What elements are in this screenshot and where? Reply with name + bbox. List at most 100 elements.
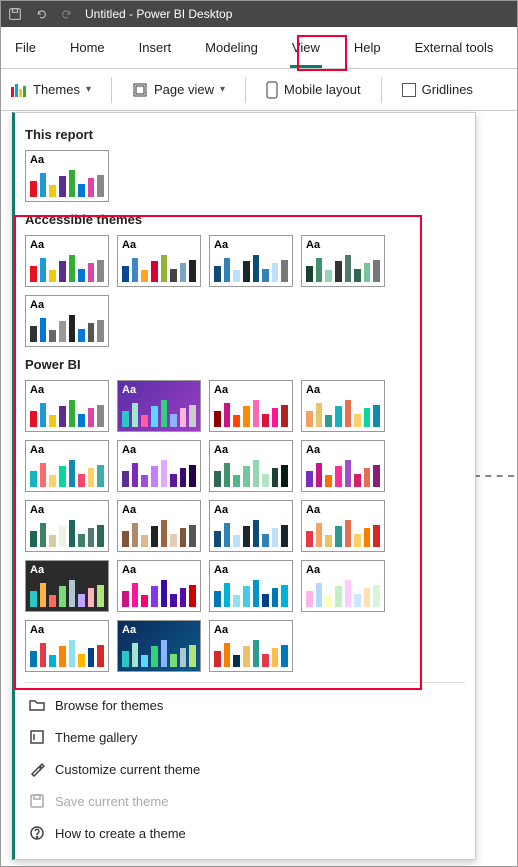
theme-thumbnail[interactable]: Aa: [117, 440, 201, 492]
theme-bars: [30, 517, 104, 547]
theme-sample-text: Aa: [30, 504, 44, 516]
theme-bars: [306, 457, 380, 487]
theme-bars: [30, 577, 104, 607]
ribbon-toolbar: Themes ▾ Page view ▾ Mobile layout Gridl…: [1, 69, 517, 111]
theme-bars: [306, 577, 380, 607]
theme-bars: [214, 457, 288, 487]
theme-thumbnail[interactable]: Aa: [117, 500, 201, 552]
theme-thumbnail[interactable]: Aa: [209, 620, 293, 672]
theme-thumbnail[interactable]: Aa: [209, 500, 293, 552]
section-accessible: Accessible themes: [25, 212, 465, 227]
theme-thumbnail[interactable]: Aa: [209, 560, 293, 612]
section-this-report: This report: [25, 127, 465, 142]
titlebar: Untitled - Power BI Desktop: [1, 1, 517, 27]
theme-thumbnail[interactable]: Aa: [117, 620, 201, 672]
mobile-button[interactable]: Mobile layout: [266, 81, 361, 99]
theme-sample-text: Aa: [122, 384, 136, 396]
menu-modeling[interactable]: Modeling: [197, 32, 266, 63]
theme-thumbnail[interactable]: Aa: [117, 380, 201, 432]
themes-label: Themes: [33, 82, 80, 97]
theme-sample-text: Aa: [214, 564, 228, 576]
theme-bars: [214, 637, 288, 667]
menu-help[interactable]: Help: [346, 32, 389, 63]
theme-thumbnail[interactable]: Aa: [301, 235, 385, 287]
undo-icon[interactable]: [33, 6, 49, 22]
theme-sample-text: Aa: [30, 384, 44, 396]
theme-sample-text: Aa: [30, 239, 44, 251]
theme-thumbnail[interactable]: Aa: [209, 380, 293, 432]
theme-thumbnail[interactable]: Aa: [301, 500, 385, 552]
chevron-down-icon: ▾: [220, 84, 225, 95]
gridlines-checkbox[interactable]: Gridlines: [402, 82, 473, 97]
menu-view[interactable]: View: [284, 32, 328, 63]
theme-sample-text: Aa: [30, 444, 44, 456]
separator: [245, 77, 246, 103]
theme-bars: [30, 637, 104, 667]
theme-bars: [122, 517, 196, 547]
theme-thumbnail[interactable]: Aa: [117, 560, 201, 612]
theme-bars: [30, 252, 104, 282]
theme-bars: [214, 577, 288, 607]
theme-sample-text: Aa: [122, 624, 136, 636]
theme-thumbnail[interactable]: Aa: [301, 380, 385, 432]
theme-thumbnail[interactable]: Aa: [25, 620, 109, 672]
theme-sample-text: Aa: [30, 624, 44, 636]
theme-sample-text: Aa: [214, 624, 228, 636]
theme-sample-text: Aa: [214, 384, 228, 396]
save-icon: [29, 793, 45, 809]
mobile-icon: [266, 81, 278, 99]
theme-sample-text: Aa: [306, 504, 320, 516]
theme-thumbnail[interactable]: Aa: [25, 235, 109, 287]
theme-thumbnail[interactable]: Aa: [25, 380, 109, 432]
customize-icon: [29, 761, 45, 777]
theme-sample-text: Aa: [30, 299, 44, 311]
theme-thumbnail[interactable]: Aa: [25, 500, 109, 552]
theme-sample-text: Aa: [122, 239, 136, 251]
browse-themes[interactable]: Browse for themes: [25, 689, 465, 721]
themes-icon: [9, 81, 27, 99]
theme-bars: [30, 167, 104, 197]
theme-sample-text: Aa: [214, 504, 228, 516]
themes-menu-list: Browse for themes Theme gallery Customiz…: [25, 682, 465, 849]
theme-bars: [306, 397, 380, 427]
theme-thumbnail[interactable]: Aa: [209, 440, 293, 492]
save-theme: Save current theme: [25, 785, 465, 817]
section-powerbi: Power BI: [25, 357, 465, 372]
menu-home[interactable]: Home: [62, 32, 113, 63]
theme-sample-text: Aa: [306, 384, 320, 396]
theme-bars: [122, 577, 196, 607]
themes-button[interactable]: Themes ▾: [9, 81, 91, 99]
help-icon: [29, 825, 45, 841]
theme-thumbnail[interactable]: Aa: [25, 440, 109, 492]
theme-thumbnail[interactable]: Aa: [117, 235, 201, 287]
menu-file[interactable]: File: [7, 32, 44, 63]
folder-icon: [29, 697, 45, 713]
howto-theme[interactable]: How to create a theme: [25, 817, 465, 849]
theme-bars: [122, 397, 196, 427]
theme-bars: [30, 397, 104, 427]
theme-bars: [214, 517, 288, 547]
theme-bars: [122, 457, 196, 487]
theme-thumbnail[interactable]: Aa: [25, 150, 109, 202]
customize-theme[interactable]: Customize current theme: [25, 753, 465, 785]
theme-thumbnail[interactable]: Aa: [25, 560, 109, 612]
theme-sample-text: Aa: [214, 444, 228, 456]
theme-thumbnail[interactable]: Aa: [301, 440, 385, 492]
theme-thumbnail[interactable]: Aa: [301, 560, 385, 612]
theme-bars: [214, 252, 288, 282]
theme-thumbnail[interactable]: Aa: [25, 295, 109, 347]
menu-insert[interactable]: Insert: [131, 32, 180, 63]
redo-icon[interactable]: [59, 6, 75, 22]
theme-thumbnail[interactable]: Aa: [209, 235, 293, 287]
theme-sample-text: Aa: [122, 504, 136, 516]
save-icon[interactable]: [7, 6, 23, 22]
theme-bars: [306, 252, 380, 282]
theme-gallery[interactable]: Theme gallery: [25, 721, 465, 753]
menu-external[interactable]: External tools: [407, 32, 502, 63]
theme-sample-text: Aa: [122, 444, 136, 456]
pageview-button[interactable]: Page view ▾: [132, 82, 225, 98]
theme-sample-text: Aa: [214, 239, 228, 251]
menubar: File Home Insert Modeling View Help Exte…: [1, 27, 517, 69]
pageview-label: Page view: [154, 82, 214, 97]
separator: [111, 77, 112, 103]
